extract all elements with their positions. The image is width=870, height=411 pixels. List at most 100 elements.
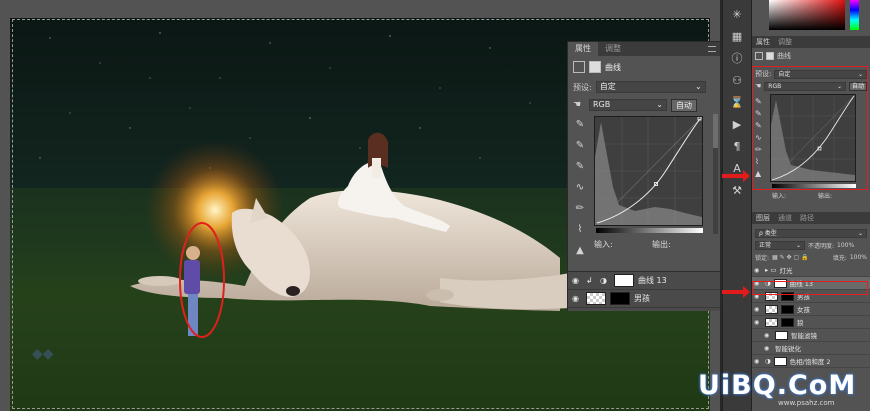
smart-filter-row[interactable]: ◉ 智能滤镜 (752, 329, 870, 342)
curve-point-tool-icon[interactable]: ∿ (574, 182, 586, 194)
hand-target-icon[interactable]: ☚ (573, 100, 585, 110)
tab-properties[interactable]: 属性 (568, 42, 598, 56)
swatches-icon[interactable]: ▦ (729, 30, 745, 44)
visibility-eye-icon[interactable]: ◉ (754, 306, 762, 313)
chevron-down-icon: ⌄ (857, 229, 863, 237)
layer-name[interactable]: 曲线 13 (638, 275, 667, 286)
layer-row[interactable]: ◉ 男孩 (568, 290, 720, 308)
actions-icon[interactable]: ▶ (729, 118, 745, 132)
panel-scrollbar[interactable] (713, 114, 718, 234)
layer-mask-thumbnail[interactable] (610, 292, 630, 305)
paragraph-icon[interactable]: ¶ (729, 140, 745, 154)
channel-value: RGB (593, 100, 611, 109)
input-gradient-bar (596, 228, 703, 233)
layer-thumbnail[interactable] (586, 292, 606, 305)
curve-tools: ✎ ✎ ✎ ∿ ✏ ⌇ ▲ (574, 119, 588, 266)
tab-properties[interactable]: 属性 (752, 36, 774, 48)
fill-value[interactable]: 100% (850, 254, 867, 261)
curves-adjustment-icon (755, 52, 763, 60)
layer-name[interactable]: 智能锐化 (775, 343, 801, 353)
properties-tabs: 属性 调整 (568, 42, 720, 56)
panel-icon-strip: ✳ ▦ ⓘ ⚇ ⌛ ▶ ¶ A ⚒ (722, 0, 752, 411)
color-picker-field[interactable] (769, 0, 845, 30)
layers-panel-tabs: 图层 通道 路径 (752, 212, 870, 224)
channel-select[interactable]: RGB ⌄ (589, 99, 667, 111)
layer-row-group[interactable]: ◉ ▸ ▭ 灯光 (752, 264, 870, 277)
layer-name[interactable]: 男孩 (634, 293, 650, 304)
highlight-box-layer (752, 281, 868, 295)
tab-layers[interactable]: 图层 (752, 212, 774, 224)
site-logo: UiBQ.CoM (698, 370, 857, 401)
visibility-eye-icon[interactable]: ◉ (764, 345, 772, 352)
layer-thumbnail[interactable] (765, 317, 778, 327)
info-icon[interactable]: ⓘ (729, 52, 745, 66)
layers-controls: ρ 类型 ⌄ 正常 ⌄ 不透明度: 100% 锁定: ▦ ✎ ✥ ▢ 🔒 填充: 1… (752, 227, 870, 263)
layer-name[interactable]: 女孩 (797, 304, 810, 314)
visibility-eye-icon[interactable]: ◉ (764, 332, 772, 339)
visibility-eye-icon[interactable]: ◉ (572, 276, 582, 285)
filter-kind: ρ 类型 (759, 229, 777, 237)
layer-mask-thumbnail[interactable] (781, 304, 794, 314)
panel-menu-icon[interactable] (708, 46, 716, 52)
layer-name[interactable]: 狼 (797, 317, 804, 327)
filter-mask-thumbnail[interactable] (775, 330, 788, 340)
curves-graph[interactable] (594, 116, 703, 226)
blend-mode-select[interactable]: 正常 ⌄ (755, 240, 805, 250)
layer-name[interactable]: 色相/饱和度 2 (790, 356, 831, 366)
lock-icons[interactable]: ▦ ✎ ✥ ▢ 🔒 (772, 254, 830, 261)
lock-row: 锁定: ▦ ✎ ✥ ▢ 🔒 填充: 100% (752, 251, 870, 263)
smart-filter-item[interactable]: ◉ 智能锐化 (752, 342, 870, 355)
tool-presets-icon[interactable]: ⚒ (729, 184, 745, 198)
layer-filter-select[interactable]: ρ 类型 ⌄ (755, 228, 867, 238)
black-point-eyedropper-icon[interactable]: ✎ (574, 119, 586, 131)
visibility-eye-icon[interactable]: ◉ (754, 267, 762, 274)
output-label: 输出: (818, 193, 833, 200)
layer-row[interactable]: ◉ ↲ ◑ 曲线 13 (568, 272, 720, 290)
layer-mask-thumbnail[interactable] (781, 317, 794, 327)
preset-select[interactable]: 自定 ⌄ (595, 81, 706, 93)
smooth-curve-icon[interactable]: ⌇ (574, 224, 586, 236)
opacity-value[interactable]: 100% (837, 242, 854, 249)
layer-row[interactable]: ◉ 狼 (752, 316, 870, 329)
white-point-eyedropper-icon[interactable]: ✎ (574, 161, 586, 173)
red-arrow-layer (722, 286, 750, 298)
hue-slider[interactable] (850, 0, 859, 30)
adjustment-type-label: 曲线 (605, 62, 621, 72)
output-label: 输出: (652, 240, 671, 249)
adjustment-type-label: 曲线 (777, 52, 791, 60)
layer-mask-icon[interactable] (766, 52, 774, 60)
lock-label: 锁定: (755, 254, 770, 262)
visibility-eye-icon[interactable]: ◉ (754, 319, 762, 326)
history-icon[interactable]: ⌛ (729, 96, 745, 110)
clone-source-icon[interactable]: ⚇ (729, 74, 745, 88)
curves-adjustment-icon (573, 61, 585, 73)
layers-list: ◉ ▸ ▭ 灯光 ◉ ◑ 曲线 13 ◉ 男孩 ◉ 女孩 ◉ 狼 ◉ 智能滤镜 … (752, 264, 870, 368)
clipping-warning-icon[interactable]: ▲ (574, 245, 586, 257)
layer-mask-thumbnail[interactable] (614, 274, 634, 287)
tab-channels[interactable]: 通道 (774, 212, 796, 224)
red-arrow-curves (722, 170, 750, 182)
layer-row[interactable]: ◉ ◑ 色相/饱和度 2 (752, 355, 870, 368)
inline-layer-list: ◉ ↲ ◑ 曲线 13 ◉ 男孩 (568, 271, 720, 311)
layer-name[interactable]: 灯光 (779, 265, 792, 275)
tab-paths[interactable]: 路径 (796, 212, 818, 224)
layer-mask-thumbnail[interactable] (773, 356, 787, 366)
highlight-box-curves (752, 66, 868, 190)
layer-name[interactable]: 智能滤镜 (791, 330, 817, 340)
auto-button[interactable]: 自动 (671, 98, 697, 112)
opacity-label: 不透明度: (808, 242, 835, 250)
tab-adjustments[interactable]: 调整 (774, 36, 796, 48)
pencil-draw-icon[interactable]: ✏ (574, 203, 586, 215)
gray-point-eyedropper-icon[interactable]: ✎ (574, 140, 586, 152)
brush-settings-icon[interactable]: ✳ (729, 8, 745, 22)
layer-thumbnail[interactable] (765, 304, 778, 314)
filter-row: ρ 类型 ⌄ (752, 227, 870, 239)
layer-row[interactable]: ◉ 女孩 (752, 303, 870, 316)
visibility-eye-icon[interactable]: ◉ (572, 294, 582, 303)
curves-properties-panel[interactable]: 属性 调整 曲线 预设: 自定 ⌄ ☚ RGB ⌄ 自动 ✎ ✎ ✎ ∿ ✏ ⌇ ▲ (567, 41, 721, 311)
preset-row: 预设: 自定 ⌄ (568, 78, 720, 96)
layer-mask-icon[interactable] (589, 61, 601, 73)
tab-adjustments[interactable]: 调整 (598, 42, 628, 56)
visibility-eye-icon[interactable]: ◉ (754, 358, 762, 365)
folder-icon: ▸ ▭ (765, 266, 777, 274)
